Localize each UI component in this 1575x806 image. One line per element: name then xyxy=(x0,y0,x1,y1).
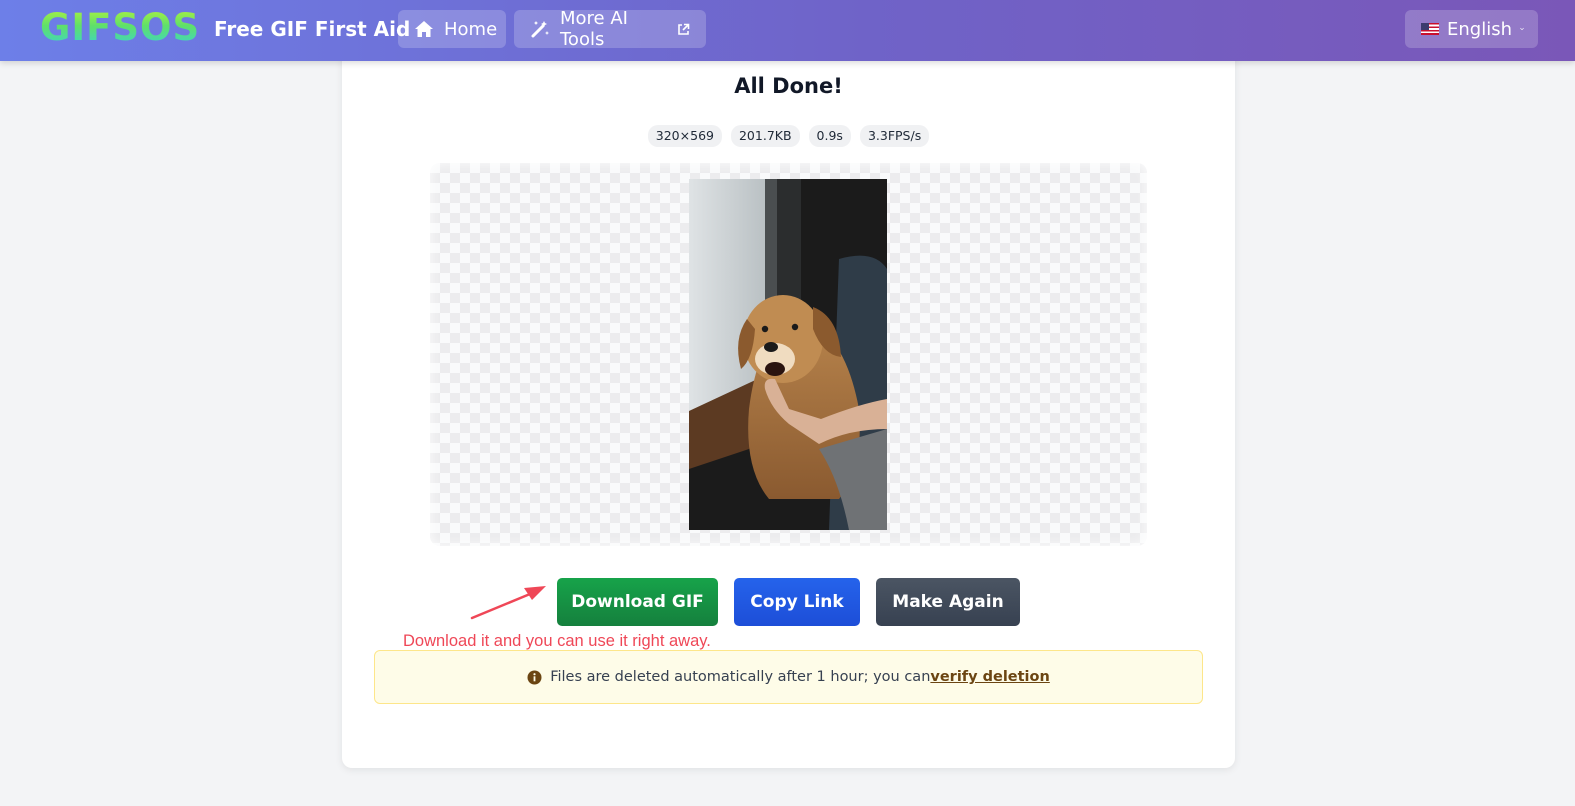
external-link-icon xyxy=(678,23,690,35)
home-nav-label: Home xyxy=(444,18,498,40)
stat-dimensions: 320×569 xyxy=(647,125,722,147)
home-nav-button[interactable]: Home xyxy=(398,10,506,48)
make-again-button[interactable]: Make Again xyxy=(876,578,1020,626)
home-icon xyxy=(415,21,433,37)
us-flag-icon xyxy=(1421,23,1439,35)
stat-fps: 3.3FPS/s xyxy=(859,125,930,147)
magic-wand-icon xyxy=(531,21,549,38)
puppy-photo xyxy=(689,179,887,530)
site-logo[interactable]: GIFSOS xyxy=(40,6,200,50)
info-icon xyxy=(527,670,542,684)
language-selector[interactable]: English xyxy=(1405,10,1538,48)
more-ai-tools-nav-button[interactable]: More AI Tools xyxy=(514,8,706,50)
download-hint-annotation: Download it and you can use it right awa… xyxy=(403,632,711,650)
chevron-down-icon xyxy=(1520,27,1524,31)
annotation-arrow-icon xyxy=(470,586,546,620)
more-ai-tools-label: More AI Tools xyxy=(560,8,628,50)
gif-stats: 320×569 201.7KB 0.9s 3.3FPS/s xyxy=(342,125,1235,147)
deletion-notice: Files are deleted automatically after 1 … xyxy=(374,650,1203,704)
language-label: English xyxy=(1447,18,1512,40)
verify-deletion-link[interactable]: verify deletion xyxy=(930,669,1049,685)
gif-preview-image xyxy=(689,179,887,530)
copy-link-button[interactable]: Copy Link xyxy=(734,578,860,626)
gif-preview-area xyxy=(430,163,1147,546)
stat-file-size: 201.7KB xyxy=(730,125,800,147)
deletion-notice-text: Files are deleted automatically after 1 … xyxy=(550,669,931,685)
top-nav-bar: GIFSOS Free GIF First Aid Home More AI T… xyxy=(0,0,1575,61)
stat-duration: 0.9s xyxy=(808,125,851,147)
result-title: All Done! xyxy=(734,74,843,98)
site-tagline: Free GIF First Aid xyxy=(214,17,411,41)
download-gif-button[interactable]: Download GIF xyxy=(557,578,718,626)
